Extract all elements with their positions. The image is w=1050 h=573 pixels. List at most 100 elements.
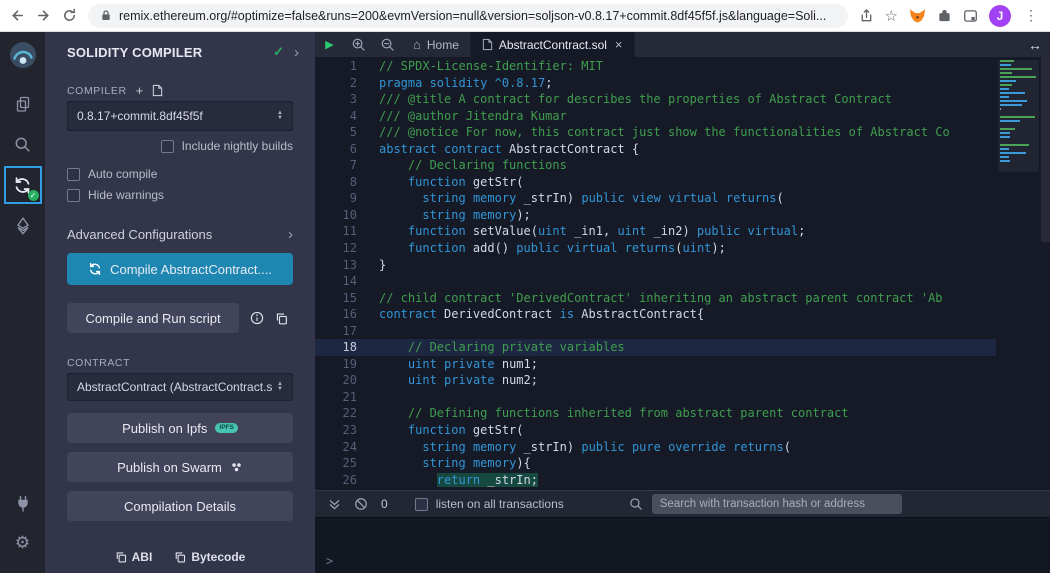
code-line[interactable]: 11 function setValue(uint _in1, uint _in… xyxy=(315,223,996,240)
auto-compile-row: Auto compile xyxy=(67,167,293,181)
add-compiler-icon[interactable]: + xyxy=(136,84,144,97)
code-line[interactable]: 14 xyxy=(315,273,996,290)
zoom-out-icon[interactable] xyxy=(373,32,402,57)
select-arrows-icon: ▲ ▼ xyxy=(277,381,283,392)
minimap-viewport[interactable] xyxy=(998,60,1039,172)
compile-refresh-icon xyxy=(90,262,101,276)
contract-select-value: AbstractContract (AbstractContract.s xyxy=(77,380,273,394)
editor-scrollbar[interactable] xyxy=(1041,57,1050,242)
terminal-output[interactable]: > xyxy=(315,517,1050,573)
browser-menu-icon[interactable]: ⋮ xyxy=(1022,7,1040,24)
share-icon[interactable] xyxy=(859,8,874,23)
expand-horizontal-icon[interactable]: ↔ xyxy=(1020,32,1050,57)
advanced-expand-icon[interactable]: › xyxy=(288,226,293,243)
minimap[interactable] xyxy=(998,60,1039,490)
copy-icon[interactable] xyxy=(275,312,288,325)
hide-warnings-checkbox[interactable] xyxy=(67,188,80,202)
advanced-configurations-label: Advanced Configurations xyxy=(67,227,213,242)
code-line[interactable]: 8 function getStr( xyxy=(315,174,996,191)
forward-icon[interactable] xyxy=(36,8,51,23)
back-icon[interactable] xyxy=(10,8,25,23)
url-text: remix.ethereum.org/#optimize=false&runs=… xyxy=(119,8,827,23)
zoom-in-icon[interactable] xyxy=(344,32,373,57)
code-editor[interactable]: 1// SPDX-License-Identifier: MIT 2 pragma … xyxy=(315,57,1050,490)
metamask-extension-icon[interactable] xyxy=(909,8,926,24)
code-line[interactable]: 17 xyxy=(315,323,996,340)
compilation-details-button[interactable]: Compilation Details xyxy=(67,491,293,521)
transaction-search-input[interactable] xyxy=(651,494,902,514)
code-line[interactable]: 9 string memory _strIn) public view virt… xyxy=(315,190,996,207)
publish-swarm-button[interactable]: Publish on Swarm xyxy=(67,452,293,482)
deploy-run-icon[interactable] xyxy=(3,206,43,246)
bookmark-star-icon[interactable]: ☆ xyxy=(885,7,898,25)
code-line[interactable]: 15// child contract 'DerivedContract' in… xyxy=(315,290,996,307)
compile-button-label: Compile AbstractContract.... xyxy=(110,261,272,277)
tab-home[interactable]: ⌂ Home xyxy=(402,32,471,57)
run-script-icon[interactable]: ▶ xyxy=(315,32,344,57)
file-explorer-icon[interactable] xyxy=(3,84,43,124)
code-line[interactable]: 19 uint private num1; xyxy=(315,356,996,373)
include-nightly-checkbox[interactable] xyxy=(160,139,174,153)
info-icon[interactable] xyxy=(250,311,264,325)
code-line[interactable]: 12 function add() public virtual returns… xyxy=(315,240,996,257)
code-line[interactable]: 10 string memory); xyxy=(315,207,996,224)
extensions-icon[interactable] xyxy=(937,8,952,23)
include-nightly-row: Include nightly builds xyxy=(67,139,293,153)
code-line[interactable]: 21 xyxy=(315,389,996,406)
code-line[interactable]: 25 string memory){ xyxy=(315,455,996,472)
auto-compile-checkbox[interactable] xyxy=(67,167,80,181)
code-area[interactable]: 1// SPDX-License-Identifier: MIT 2 pragma … xyxy=(315,58,996,490)
clear-console-icon[interactable] xyxy=(354,497,368,511)
file-icon xyxy=(482,38,493,51)
remix-logo[interactable] xyxy=(8,40,38,70)
copy-icon xyxy=(176,552,186,563)
publish-ipfs-button[interactable]: Publish on Ipfs IPFS xyxy=(67,413,293,443)
editor-main: ▶ ⌂ Home AbstractContract.sol × ↔ 1// SP… xyxy=(315,32,1050,573)
refresh-icon[interactable] xyxy=(62,8,77,23)
compile-button[interactable]: Compile AbstractContract.... xyxy=(67,253,293,285)
copy-abi[interactable]: ABI xyxy=(115,550,152,564)
ipfs-badge: IPFS xyxy=(215,422,238,434)
profile-avatar[interactable]: J xyxy=(989,4,1011,27)
code-line[interactable]: 22 // Defining functions inherited from … xyxy=(315,405,996,422)
contract-select[interactable]: AbstractContract (AbstractContract.s ▲ ▼ xyxy=(67,373,293,401)
panel-footer: ABI Bytecode xyxy=(45,540,315,573)
close-tab-icon[interactable]: × xyxy=(615,37,623,52)
home-tab-label: Home xyxy=(426,37,459,52)
advanced-configurations[interactable]: Advanced Configurations › xyxy=(67,226,293,243)
code-line[interactable]: 20 uint private num2; xyxy=(315,372,996,389)
search-icon[interactable] xyxy=(3,124,43,164)
code-line[interactable]: 26 return _strIn; xyxy=(315,472,996,489)
code-line[interactable]: 2 pragma solidity ^0.8.17; xyxy=(315,75,996,92)
code-line[interactable]: 5/// @notice For now, this contract just… xyxy=(315,124,996,141)
panel-title: SOLIDITY COMPILER xyxy=(67,44,203,60)
code-line[interactable]: 13} xyxy=(315,257,996,274)
bytecode-label: Bytecode xyxy=(191,550,246,564)
code-line[interactable]: 7 // Declaring functions xyxy=(315,157,996,174)
code-line[interactable]: 4/// @author Jitendra Kumar xyxy=(315,108,996,125)
compile-and-run-button[interactable]: Compile and Run script xyxy=(67,303,239,333)
select-arrows-icon: ▲ ▼ xyxy=(277,110,283,121)
code-line[interactable]: 24 string memory _strIn) public pure ove… xyxy=(315,439,996,456)
code-line[interactable]: 18 // Declaring private variables xyxy=(315,339,996,356)
solidity-compiler-icon[interactable]: ✓ xyxy=(3,166,42,204)
solidity-compiler-panel: SOLIDITY COMPILER ✓ › COMPILER + 0.8.17+… xyxy=(45,32,315,573)
panel-collapse-icon[interactable]: › xyxy=(294,44,299,61)
code-line[interactable]: 6 abstract contract AbstractContract { xyxy=(315,141,996,158)
copy-bytecode[interactable]: Bytecode xyxy=(174,550,245,564)
code-line[interactable]: 1// SPDX-License-Identifier: MIT xyxy=(315,58,996,75)
code-line[interactable]: 16 contract DerivedContract is AbstractCo… xyxy=(315,306,996,323)
code-line[interactable]: 3/// @title A contract for describes the… xyxy=(315,91,996,108)
compiler-version-select[interactable]: 0.8.17+commit.8df45f5f ▲ ▼ xyxy=(67,101,293,131)
compiler-doc-icon[interactable] xyxy=(152,84,163,97)
terminal-collapse-icon[interactable] xyxy=(328,498,341,511)
panel-header: SOLIDITY COMPILER ✓ › xyxy=(45,40,315,64)
tab-abstractcontract[interactable]: AbstractContract.sol × xyxy=(470,32,635,57)
window-icon[interactable] xyxy=(963,9,978,23)
code-line[interactable]: 23 function getStr( xyxy=(315,422,996,439)
address-bar[interactable]: remix.ethereum.org/#optimize=false&runs=… xyxy=(88,3,848,28)
plugin-manager-icon[interactable] xyxy=(3,483,43,523)
settings-gear-icon[interactable]: ⚙ xyxy=(3,523,43,563)
compiler-label: COMPILER xyxy=(67,84,127,97)
listen-transactions-checkbox[interactable] xyxy=(414,497,428,511)
